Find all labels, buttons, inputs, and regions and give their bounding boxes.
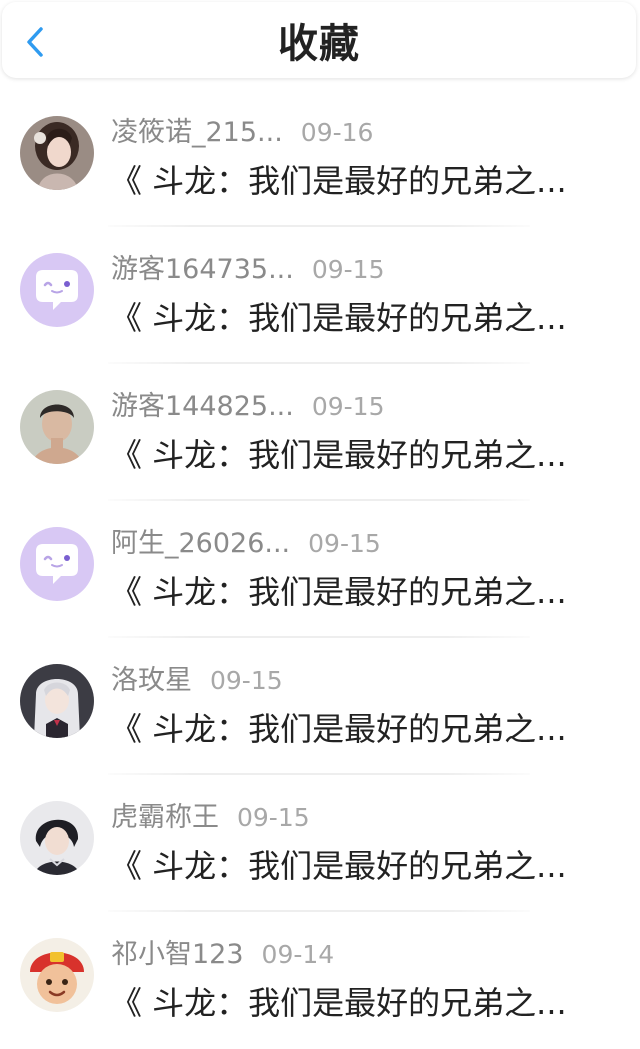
list-item[interactable]: 虎霸称王 09-15 《 斗龙：我们是最好的兄弟之... bbox=[0, 775, 640, 912]
user-name[interactable]: 洛玫星 bbox=[111, 658, 192, 697]
user-name[interactable]: 游客164735... bbox=[111, 247, 294, 286]
avatar[interactable] bbox=[20, 253, 94, 327]
list-item[interactable]: 洛玫星 09-15 《 斗龙：我们是最好的兄弟之... bbox=[0, 638, 640, 775]
date: 09-15 bbox=[311, 255, 385, 284]
content-title[interactable]: 《 斗龙：我们是最好的兄弟之... bbox=[110, 430, 610, 476]
user-name[interactable]: 阿生_26026... bbox=[111, 521, 290, 560]
back-button[interactable] bbox=[16, 22, 56, 62]
user-name[interactable]: 游客144825... bbox=[111, 384, 294, 423]
favorites-list: 凌筱诺_215... 09-16 《 斗龙：我们是最好的兄弟之... 游客164… bbox=[0, 90, 640, 1049]
content-title[interactable]: 《 斗龙：我们是最好的兄弟之... bbox=[110, 841, 610, 887]
item-meta: 阿生_26026... 09-15 bbox=[111, 521, 381, 560]
item-meta: 虎霸称王 09-15 bbox=[111, 795, 310, 834]
date: 09-15 bbox=[311, 392, 385, 421]
item-meta: 凌筱诺_215... 09-16 bbox=[111, 110, 373, 149]
user-name[interactable]: 祁小智123 bbox=[111, 932, 244, 971]
item-meta: 游客164735... 09-15 bbox=[111, 247, 384, 286]
list-item[interactable]: 祁小智123 09-14 《 斗龙：我们是最好的兄弟之... bbox=[0, 912, 640, 1049]
anime-girl-dark-avatar-icon bbox=[20, 116, 94, 190]
content-title[interactable]: 《 斗龙：我们是最好的兄弟之... bbox=[110, 978, 610, 1024]
anime-boy-avatar-icon bbox=[20, 801, 94, 875]
avatar[interactable] bbox=[20, 116, 94, 190]
avatar[interactable] bbox=[20, 664, 94, 738]
date: 09-14 bbox=[261, 940, 335, 969]
purple-chat-avatar-icon bbox=[20, 527, 94, 601]
user-name[interactable]: 凌筱诺_215... bbox=[111, 110, 283, 149]
item-meta: 游客144825... 09-15 bbox=[111, 384, 384, 423]
anime-girl-white-hair-avatar-icon bbox=[20, 664, 94, 738]
cartoon-boy-avatar-icon bbox=[20, 938, 94, 1012]
content-title[interactable]: 《 斗龙：我们是最好的兄弟之... bbox=[110, 567, 610, 613]
user-name[interactable]: 虎霸称王 bbox=[111, 795, 219, 834]
date: 09-16 bbox=[300, 118, 374, 147]
avatar[interactable] bbox=[20, 801, 94, 875]
list-item[interactable]: 游客164735... 09-15 《 斗龙：我们是最好的兄弟之... bbox=[0, 227, 640, 364]
content-title[interactable]: 《 斗龙：我们是最好的兄弟之... bbox=[110, 293, 610, 339]
young-man-avatar-icon bbox=[20, 390, 94, 464]
content-title[interactable]: 《 斗龙：我们是最好的兄弟之... bbox=[110, 704, 610, 750]
chevron-left-icon bbox=[27, 27, 43, 57]
list-item[interactable]: 游客144825... 09-15 《 斗龙：我们是最好的兄弟之... bbox=[0, 364, 640, 501]
item-meta: 洛玫星 09-15 bbox=[111, 658, 283, 697]
list-item[interactable]: 阿生_26026... 09-15 《 斗龙：我们是最好的兄弟之... bbox=[0, 501, 640, 638]
date: 09-15 bbox=[237, 803, 310, 832]
date: 09-15 bbox=[308, 529, 381, 558]
content-title[interactable]: 《 斗龙：我们是最好的兄弟之... bbox=[110, 156, 610, 202]
page-title: 收藏 bbox=[278, 21, 360, 67]
avatar[interactable] bbox=[20, 938, 94, 1012]
item-meta: 祁小智123 09-14 bbox=[111, 932, 334, 971]
purple-chat-avatar-icon bbox=[20, 253, 94, 327]
date: 09-15 bbox=[210, 666, 283, 695]
top-bar: 收藏 bbox=[2, 2, 636, 78]
avatar[interactable] bbox=[20, 527, 94, 601]
avatar[interactable] bbox=[20, 390, 94, 464]
list-item[interactable]: 凌筱诺_215... 09-16 《 斗龙：我们是最好的兄弟之... bbox=[0, 90, 640, 227]
